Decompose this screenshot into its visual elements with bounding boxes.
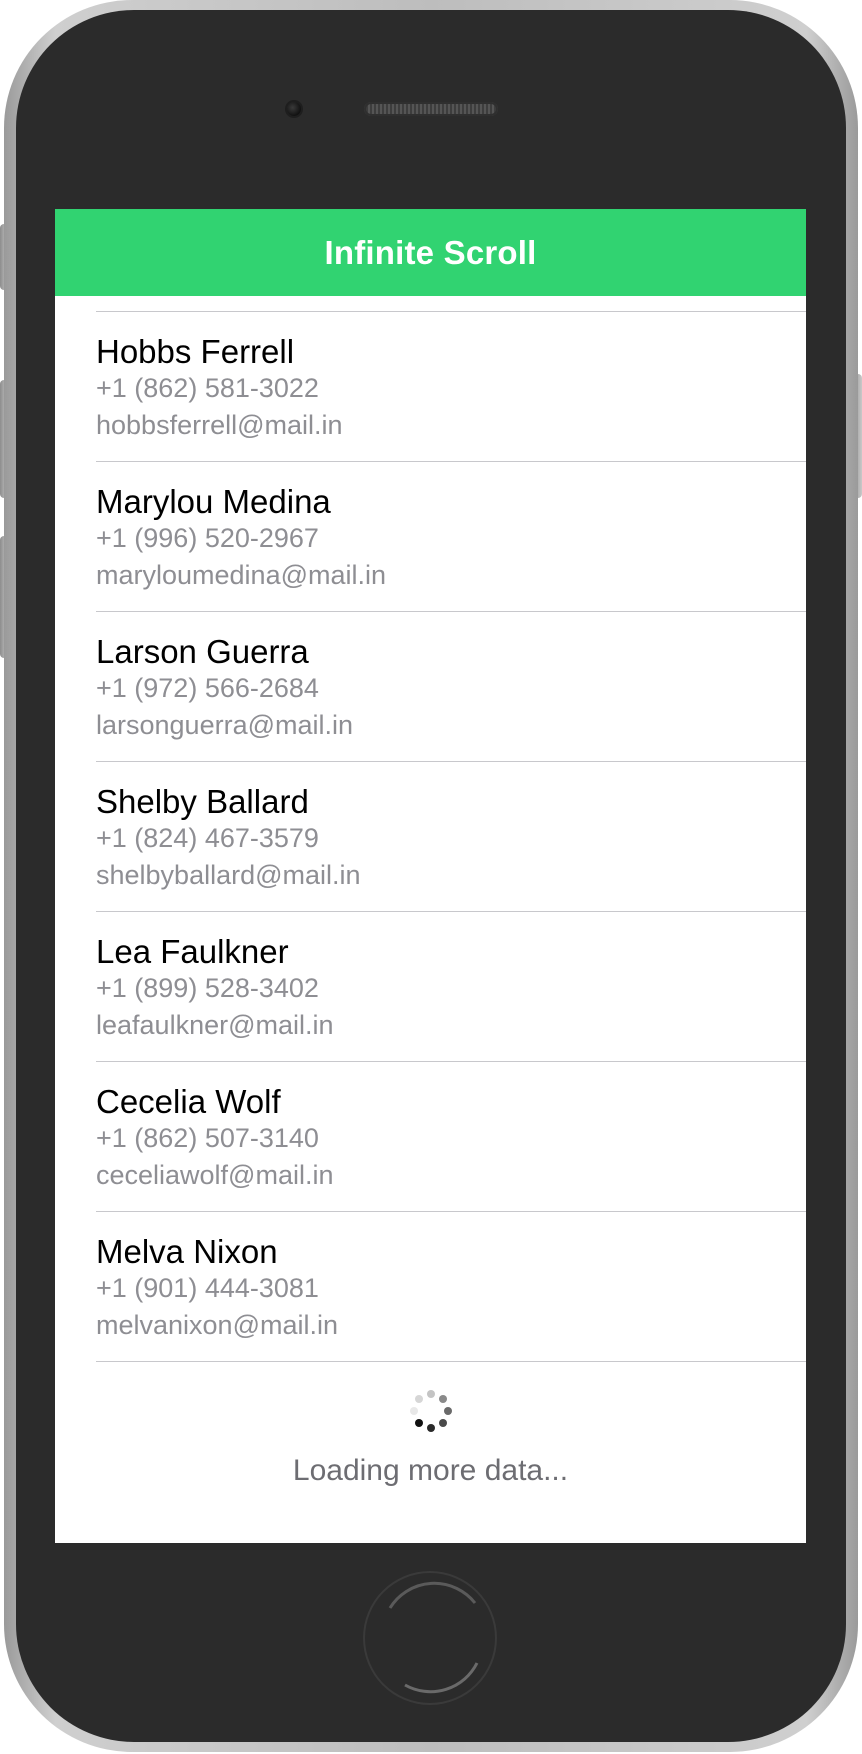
home-button-ring: [388, 1581, 479, 1694]
contact-email: shelbyballard@mail.in: [96, 860, 361, 890]
list-item[interactable]: Larson Guerra +1 (972) 566-2684 larsongu…: [55, 612, 806, 762]
list-item[interactable]: Marylou Medina +1 (996) 520-2967 marylou…: [55, 462, 806, 612]
contact-name: Melva Nixon: [96, 1233, 278, 1270]
load-more-indicator: Loading more data...: [55, 1374, 806, 1524]
contact-name: Lea Faulkner: [96, 933, 289, 970]
contact-name: Larson Guerra: [96, 633, 309, 670]
contact-name: Shelby Ballard: [96, 783, 309, 820]
list-item[interactable]: Lea Faulkner +1 (899) 528-3402 leafaulkn…: [55, 912, 806, 1062]
contact-phone: +1 (862) 581-3022: [96, 373, 319, 403]
contact-name: Cecelia Wolf: [96, 1083, 281, 1120]
camera-icon: [287, 102, 301, 116]
contact-email: larsonguerra@mail.in: [96, 710, 354, 740]
contact-phone: +1 (901) 444-3081: [96, 1273, 319, 1303]
spinner-icon: [410, 1390, 452, 1432]
navigation-bar: Infinite Scroll: [55, 209, 806, 296]
loading-text: Loading more data...: [292, 1454, 569, 1487]
contact-email: maryloumedina@mail.in: [96, 560, 387, 590]
contact-phone: +1 (899) 528-3402: [96, 973, 319, 1003]
speaker-grille-icon: [364, 102, 498, 116]
list-item[interactable]: Shelby Ballard +1 (824) 467-3579 shelbyb…: [55, 762, 806, 912]
contact-name: Hobbs Ferrell: [96, 333, 295, 370]
contact-email: ceceliawolf@mail.in: [96, 1160, 334, 1190]
contact-phone: +1 (972) 566-2684: [96, 673, 319, 703]
contact-email: melvanixon@mail.in: [96, 1310, 338, 1340]
contact-name: Marylou Medina: [96, 483, 331, 520]
contact-phone: +1 (996) 520-2967: [96, 523, 319, 553]
phone-mockup: Infinite Scroll Hobbs Ferrell +1 (862) 5…: [0, 0, 862, 1754]
list-item[interactable]: Cecelia Wolf +1 (862) 507-3140 ceceliawo…: [55, 1062, 806, 1212]
contact-phone: +1 (824) 467-3579: [96, 823, 319, 853]
contact-phone: +1 (862) 507-3140: [96, 1123, 319, 1153]
contact-list[interactable]: Hobbs Ferrell +1 (862) 581-3022 hobbsfer…: [55, 296, 806, 1362]
list-item[interactable]: Melva Nixon +1 (901) 444-3081 melvanixon…: [55, 1212, 806, 1362]
contact-email: leafaulkner@mail.in: [96, 1010, 334, 1040]
page-title: Infinite Scroll: [324, 233, 537, 271]
app-screen: Infinite Scroll Hobbs Ferrell +1 (862) 5…: [55, 209, 806, 1543]
list-item[interactable]: Hobbs Ferrell +1 (862) 581-3022 hobbsfer…: [55, 312, 806, 462]
contact-email: hobbsferrell@mail.in: [96, 410, 343, 440]
